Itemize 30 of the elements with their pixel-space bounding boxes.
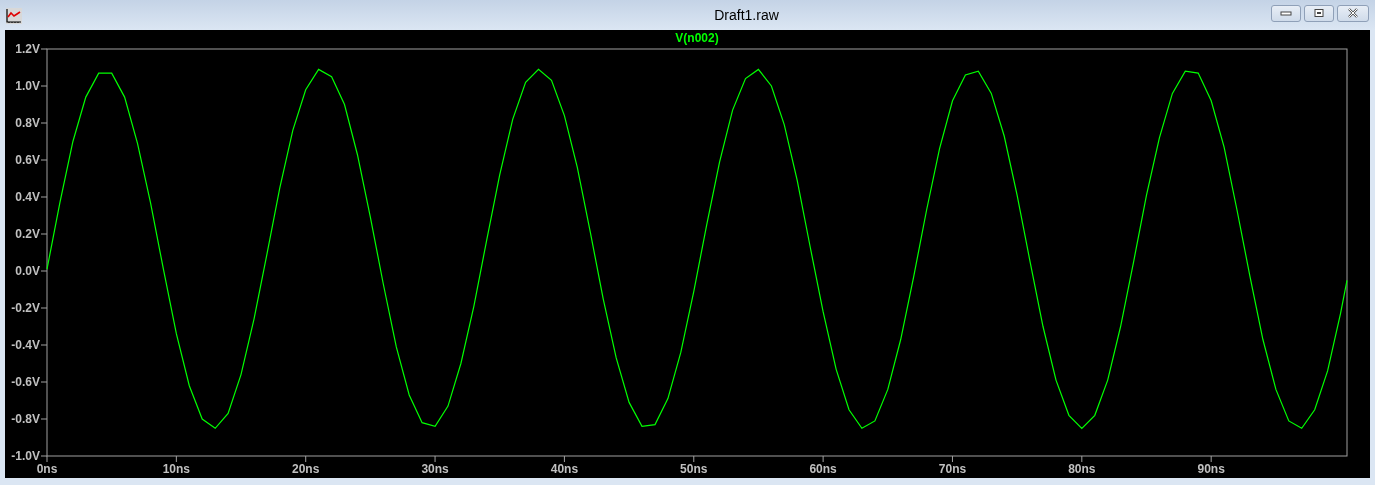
- minimize-icon: [1280, 9, 1292, 17]
- maximize-icon: [1313, 8, 1325, 18]
- x-tick-label: 50ns: [680, 462, 708, 476]
- y-tick-label: -0.6V: [11, 375, 40, 389]
- close-button[interactable]: [1337, 4, 1369, 22]
- x-tick-label: 0ns: [36, 462, 58, 476]
- y-tick-label: -0.4V: [11, 338, 40, 352]
- waveform-app-icon: [6, 8, 22, 24]
- x-tick-label: 30ns: [421, 462, 449, 476]
- x-tick-label: 60ns: [809, 462, 837, 476]
- window-title: Draft1.raw: [713, 7, 780, 23]
- maximize-button[interactable]: [1304, 4, 1334, 22]
- y-tick-label: 1.2V: [15, 42, 40, 56]
- trace-label: V(n002): [675, 31, 719, 45]
- y-tick-label: -1.0V: [11, 449, 40, 463]
- y-tick-label: -0.8V: [11, 412, 40, 426]
- x-tick-label: 20ns: [292, 462, 320, 476]
- y-tick-label: 0.4V: [15, 190, 40, 204]
- x-tick-label: 40ns: [550, 462, 579, 476]
- x-tick-label: 80ns: [1068, 462, 1096, 476]
- y-tick-label: 1.0V: [15, 79, 40, 93]
- x-tick-label: 10ns: [162, 462, 191, 476]
- y-tick-label: -0.2V: [11, 301, 40, 315]
- x-tick-label: 90ns: [1197, 462, 1225, 476]
- y-tick-label: 0.8V: [15, 116, 40, 130]
- close-icon: [1347, 8, 1359, 18]
- y-tick-label: 0.0V: [15, 264, 40, 278]
- x-tick-label: 70ns: [938, 462, 967, 476]
- y-tick-label: 0.6V: [15, 153, 40, 167]
- y-tick-label: 0.2V: [15, 227, 40, 241]
